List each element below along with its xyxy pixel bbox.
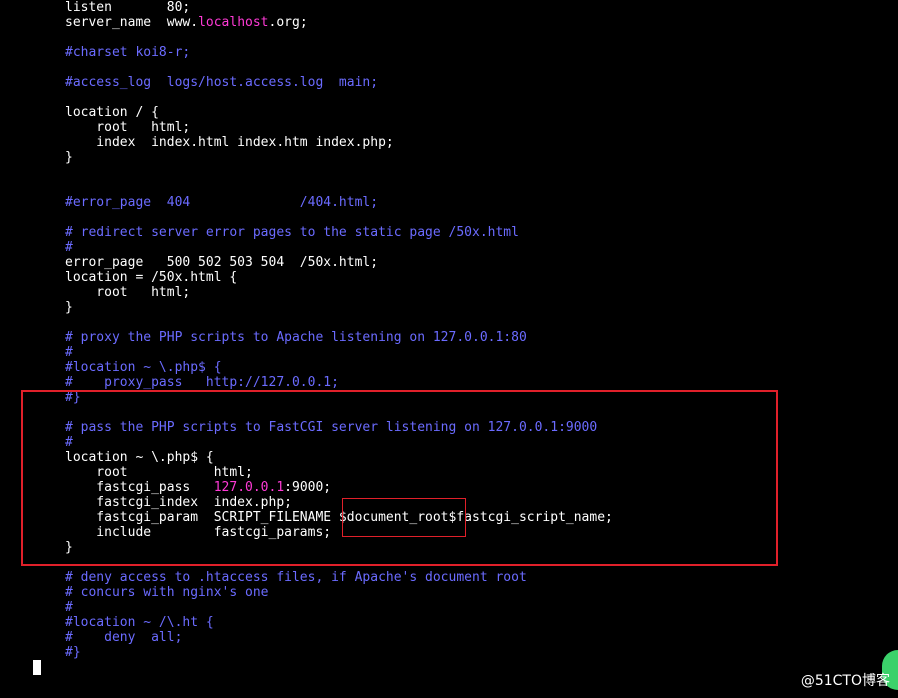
code-line: } [65, 300, 73, 315]
code-line: } [65, 150, 73, 165]
code-token: #charset koi8-r; [65, 45, 191, 60]
code-token: # proxy the PHP scripts to Apache listen… [65, 330, 527, 345]
code-line: root html; [65, 120, 190, 135]
code-line: # [65, 240, 73, 255]
annotation-box-php-location [21, 390, 778, 566]
code-line: server_name www.localhost.org; [65, 15, 308, 30]
code-line: # deny access to .htaccess files, if Apa… [65, 570, 527, 585]
code-token: index index.html index.htm index.php; [65, 135, 394, 150]
code-line: # deny all; [65, 630, 182, 645]
code-token: } [65, 150, 73, 165]
code-line: error_page 500 502 503 504 /50x.html; [65, 255, 378, 270]
text-cursor [33, 660, 41, 675]
code-line: #} [65, 645, 81, 660]
code-line: location / { [65, 105, 159, 120]
code-line: # redirect server error pages to the sta… [65, 225, 519, 240]
code-line: # proxy the PHP scripts to Apache listen… [65, 330, 527, 345]
code-line: index index.html index.htm index.php; [65, 135, 394, 150]
code-token: #error_page 404 /404.html; [65, 195, 379, 210]
code-line: #access_log logs/host.access.log main; [65, 75, 378, 90]
code-token: #access_log logs/host.access.log main; [65, 75, 379, 90]
code-line: # proxy_pass http://127.0.0.1; [65, 375, 339, 390]
code-token: listen 80; [65, 0, 191, 15]
code-token: root html; [65, 120, 191, 135]
code-token: #location ~ /\.ht { [65, 615, 214, 630]
code-line: root html; [65, 285, 190, 300]
code-token: # concurs with nginx's one [65, 585, 269, 600]
code-token: error_page 500 502 503 504 /50x.html; [65, 255, 379, 270]
code-token: # proxy_pass http://127.0.0.1; [65, 375, 339, 390]
code-token: # deny all; [65, 630, 183, 645]
code-token: # [65, 345, 73, 360]
code-token: } [65, 300, 73, 315]
annotation-box-document-root [342, 498, 466, 537]
code-line: #location ~ \.php$ { [65, 360, 222, 375]
code-token: #location ~ \.php$ { [65, 360, 222, 375]
code-line: #location ~ /\.ht { [65, 615, 214, 630]
code-token: .org; [268, 15, 308, 30]
code-token: # redirect server error pages to the sta… [65, 225, 519, 240]
code-token: server_name www. [65, 15, 199, 30]
code-line: # concurs with nginx's one [65, 585, 269, 600]
code-token: # [65, 240, 73, 255]
code-token: # deny access to .htaccess files, if Apa… [65, 570, 527, 585]
code-line: #charset koi8-r; [65, 45, 190, 60]
code-token: #} [65, 645, 81, 660]
code-line: #error_page 404 /404.html; [65, 195, 378, 210]
watermark: @51CTO博客 [800, 673, 890, 689]
code-token: localhost [198, 15, 269, 30]
code-token: root html; [65, 285, 191, 300]
code-token: # [65, 600, 73, 615]
code-line: # [65, 600, 73, 615]
code-token: location / { [65, 105, 159, 120]
code-line: location = /50x.html { [65, 270, 237, 285]
code-token: location = /50x.html { [65, 270, 238, 285]
code-line: listen 80; [65, 0, 190, 15]
terminal-editor[interactable]: listen 80; server_name www.localhost.org;… [0, 0, 898, 698]
code-line: # [65, 345, 73, 360]
